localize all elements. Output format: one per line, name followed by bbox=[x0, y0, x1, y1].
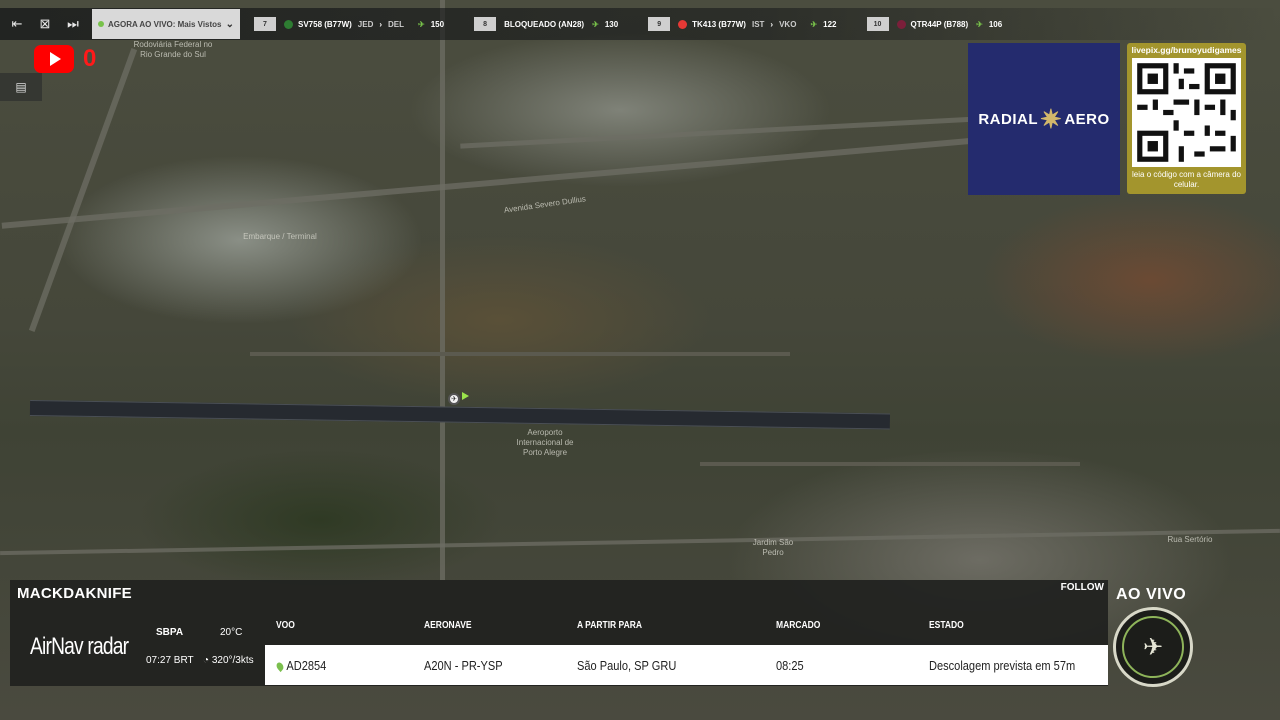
close-box-icon[interactable]: ⊠ bbox=[34, 13, 56, 35]
flight-from: JED bbox=[357, 19, 374, 29]
viewer-count: 122 bbox=[823, 19, 837, 29]
arrow-icon: › bbox=[379, 19, 383, 29]
plane-count-icon: ✈ bbox=[418, 19, 425, 29]
flight-to: VKO bbox=[779, 19, 797, 29]
qr-panel: livepix.gg/brunoyudigames leia o código … bbox=[1127, 43, 1246, 194]
radial-logo-left: RADIAL bbox=[978, 110, 1039, 128]
rank-badge: 7 bbox=[254, 17, 276, 31]
qr-url: livepix.gg/brunoyudigames bbox=[1131, 45, 1242, 55]
rank-badge: 8 bbox=[474, 17, 497, 31]
rank-badge: 9 bbox=[648, 17, 671, 31]
local-time: 07:27 BRT bbox=[146, 655, 194, 666]
live-dropdown[interactable]: AGORA AO VIVO: Mais Vistos ⌄ bbox=[92, 9, 240, 39]
aircraft-marker[interactable]: ✈ bbox=[448, 393, 460, 405]
flight-chip-8[interactable]: 8 BLOQUEADO (AN28) ✈ 130 bbox=[474, 13, 618, 35]
qr-caption: leia o código com a câmera do celular. bbox=[1132, 170, 1241, 189]
flight-callsign: SV758 (B77W) bbox=[298, 19, 352, 29]
scheduled-cell: 08:25 bbox=[776, 658, 804, 673]
viewer-count: 130 bbox=[604, 19, 619, 29]
header-aircraft: AERONAVE bbox=[424, 620, 472, 631]
flag-icon bbox=[284, 19, 293, 29]
flight-cell: AD2854 bbox=[275, 658, 327, 673]
youtube-count: 0 bbox=[83, 45, 97, 72]
flight-callsign: QTR44P (B788) bbox=[910, 19, 969, 29]
flight-from: IST bbox=[751, 19, 765, 29]
map-label-rodoviaria: Rodoviária Federal no Rio Grande do Sul bbox=[133, 40, 213, 59]
viewer-count: 150 bbox=[430, 19, 445, 29]
airnav-brand: AirNav bbox=[30, 633, 84, 660]
location-pin-icon bbox=[275, 660, 285, 673]
flight-callsign: BLOQUEADO (AN28) bbox=[504, 19, 585, 29]
wind: ◔ 320°/3kts bbox=[203, 655, 254, 666]
youtube-icon[interactable] bbox=[34, 45, 74, 73]
channel-badge-icon: ✈ bbox=[1113, 607, 1193, 687]
radial-aero-logo: RADIAL ✷ AERO bbox=[968, 43, 1120, 195]
runway bbox=[29, 400, 891, 430]
map-label-airport: Aeroporto Internacional de Porto Alegre bbox=[516, 428, 574, 457]
map-label-sertorio: Rua Sertório bbox=[1167, 535, 1213, 544]
live-label: AO VIVO bbox=[1116, 586, 1187, 603]
wind-value: 320°/3kts bbox=[211, 655, 254, 666]
map-label-jardim: Jardim São Pedro bbox=[752, 538, 794, 557]
plane-count-icon: ✈ bbox=[592, 19, 599, 29]
route-cell: São Paulo, SP GRU bbox=[577, 658, 677, 673]
propeller-icon: ✷ bbox=[1040, 103, 1063, 134]
header-status: ESTADO bbox=[929, 620, 964, 631]
plane-count-icon: ✈ bbox=[810, 19, 818, 29]
flight-info-panel: MACKDAKNIFE FOLLOW AirNav radar SBPA 07:… bbox=[10, 580, 1108, 686]
map-label-terminal: Embarque / Terminal bbox=[243, 232, 317, 241]
arrow-icon: › bbox=[770, 19, 774, 29]
flag-icon bbox=[896, 19, 906, 29]
plane-count-icon: ✈ bbox=[976, 19, 983, 29]
username: MACKDAKNIFE bbox=[17, 585, 132, 602]
flight-callsign: TK413 (B77W) bbox=[692, 19, 746, 29]
list-menu-icon[interactable]: ▤ bbox=[0, 73, 42, 101]
aircraft-cell: A20N - PR-YSP bbox=[424, 658, 503, 673]
skip-next-icon[interactable]: ⏭ bbox=[62, 13, 84, 35]
radial-logo-right: AERO bbox=[1064, 110, 1110, 128]
flight-to: DEL bbox=[388, 19, 405, 29]
flight-number: AD2854 bbox=[286, 658, 327, 673]
live-dropdown-label: AGORA AO VIVO: Mais Vistos bbox=[108, 19, 222, 29]
airplane-emblem-icon: ✈ bbox=[1122, 616, 1184, 678]
temperature: 20°C bbox=[220, 627, 243, 638]
flight-chip-7[interactable]: 7 SV758 (B77W) JED › DEL ✈ 150 bbox=[254, 13, 444, 35]
wind-icon: ◔ bbox=[203, 655, 210, 666]
rank-badge: 10 bbox=[866, 17, 889, 31]
follow-button[interactable]: FOLLOW bbox=[1061, 582, 1104, 593]
airnav-logo: AirNav radar bbox=[30, 633, 129, 661]
viewer-count: 106 bbox=[988, 19, 1003, 29]
flight-chip-10[interactable]: 10 QTR44P (B788) ✈ 106 bbox=[866, 13, 1003, 35]
chevron-down-icon: ⌄ bbox=[225, 18, 234, 30]
airport-code: SBPA bbox=[156, 627, 184, 638]
header-route: A PARTIR PARA bbox=[577, 620, 643, 631]
header-scheduled: MARCADO bbox=[776, 620, 821, 631]
live-dot-icon bbox=[98, 21, 104, 27]
flag-icon bbox=[678, 19, 688, 29]
qr-code-icon[interactable] bbox=[1132, 58, 1241, 167]
collapse-icon[interactable]: ⇤ bbox=[6, 13, 28, 35]
header-flight: VOO bbox=[276, 620, 295, 631]
map-label-avenue: Avenida Severo Dullius bbox=[503, 194, 587, 215]
top-bar: ⇤ ⊠ ⏭ AGORA AO VIVO: Mais Vistos ⌄ 7 SV7… bbox=[0, 8, 1280, 40]
airnav-brand-radar: radar bbox=[87, 633, 129, 660]
flight-chip-9[interactable]: 9 TK413 (B77W) IST › VKO ✈ 122 bbox=[648, 13, 837, 35]
flight-row[interactable]: AD2854 A20N - PR-YSP São Paulo, SP GRU 0… bbox=[265, 645, 1108, 685]
status-cell: Descolagem prevista em 57m bbox=[929, 658, 1076, 673]
heading-arrow bbox=[462, 392, 469, 400]
